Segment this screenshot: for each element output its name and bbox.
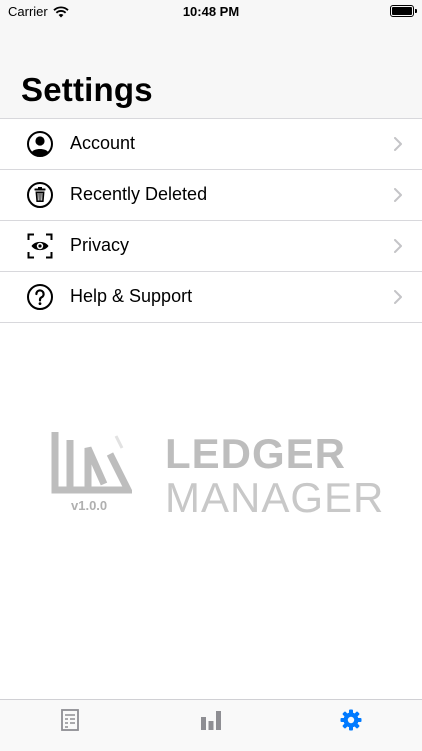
chevron-right-icon bbox=[394, 290, 402, 304]
battery-icon bbox=[390, 5, 414, 17]
logo-word-manager: MANAGER bbox=[165, 474, 384, 522]
page-title: Settings bbox=[21, 71, 153, 109]
status-bar: Carrier 10:48 PM bbox=[0, 0, 422, 22]
app-logo: v1.0.0 LEDGER MANAGER bbox=[50, 430, 380, 530]
chart-icon[interactable] bbox=[199, 708, 223, 732]
settings-row-label: Account bbox=[70, 133, 135, 154]
settings-row-help-support[interactable]: Help & Support bbox=[0, 272, 422, 323]
settings-row-label: Privacy bbox=[70, 235, 129, 256]
help-icon bbox=[27, 284, 53, 310]
chevron-right-icon bbox=[394, 239, 402, 253]
settings-row-recently-deleted[interactable]: Recently Deleted bbox=[0, 170, 422, 221]
account-icon bbox=[27, 131, 53, 157]
tab-bar bbox=[0, 699, 422, 751]
settings-row-account[interactable]: Account bbox=[0, 119, 422, 170]
settings-gear-icon[interactable] bbox=[339, 708, 363, 732]
status-time: 10:48 PM bbox=[0, 4, 422, 19]
settings-row-label: Recently Deleted bbox=[70, 184, 207, 205]
app-version: v1.0.0 bbox=[71, 498, 107, 513]
ledger-icon[interactable] bbox=[58, 708, 82, 732]
eye-icon bbox=[27, 233, 53, 259]
trash-icon bbox=[27, 182, 53, 208]
settings-list: Account Recently Deleted P bbox=[0, 118, 422, 323]
logo-word-ledger: LEDGER bbox=[165, 430, 346, 478]
settings-row-label: Help & Support bbox=[70, 286, 192, 307]
settings-row-privacy[interactable]: Privacy bbox=[0, 221, 422, 272]
chevron-right-icon bbox=[394, 188, 402, 202]
ledger-manager-logo-mark-icon bbox=[50, 430, 132, 496]
chevron-right-icon bbox=[394, 137, 402, 151]
